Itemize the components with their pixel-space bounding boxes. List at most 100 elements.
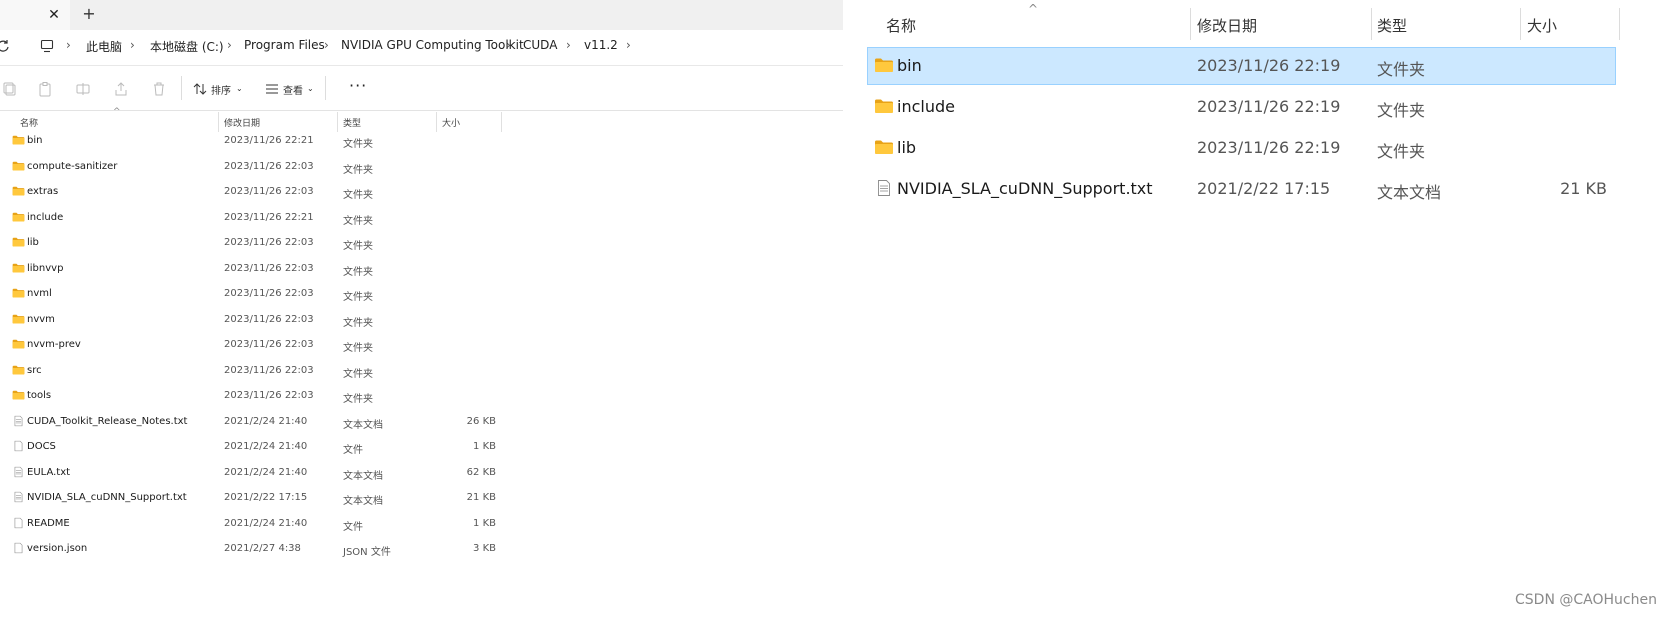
file-row[interactable]: CUDA_Toolkit_Release_Notes.txt 2021/2/24 … [0, 409, 500, 436]
breadcrumb-chevron-icon[interactable]: › [66, 38, 71, 52]
file-name: compute-sanitizer [27, 160, 118, 172]
file-row[interactable]: nvvm-prev 2023/11/26 22:03 文件夹 [0, 332, 500, 359]
file-icon [12, 517, 25, 529]
file-type: 文件 [343, 521, 363, 533]
sort-chevron-down-icon[interactable]: ⌄ [236, 84, 243, 93]
sort-icon[interactable] [192, 81, 208, 97]
file-row[interactable]: NVIDIA_SLA_cuDNN_Support.txt 2021/2/22 17… [0, 485, 500, 512]
file-size: 21 KB [1560, 179, 1607, 198]
file-row[interactable]: lib 2023/11/26 22:03 文件夹 [0, 230, 500, 257]
rename-icon[interactable] [75, 81, 91, 97]
file-date: 2021/2/24 21:40 [224, 415, 308, 427]
breadcrumb-chevron-icon[interactable]: › [227, 38, 232, 52]
folder-icon [12, 364, 25, 376]
file-size: 1 KB [473, 441, 496, 452]
folder-icon [12, 160, 25, 172]
file-name: include [27, 211, 64, 223]
file-name: README [27, 517, 70, 529]
file-row[interactable]: nvml 2023/11/26 22:03 文件夹 [0, 281, 500, 308]
view-icon[interactable] [264, 81, 280, 97]
file-row[interactable]: include 2023/11/26 22:21 文件夹 [0, 205, 500, 232]
delete-icon[interactable] [151, 81, 167, 97]
breadcrumb-item[interactable]: Program Files [244, 38, 325, 52]
file-row[interactable]: EULA.txt 2021/2/24 21:40 文本文档 62 KB [0, 460, 500, 487]
this-pc-icon[interactable] [40, 39, 56, 53]
column-header-date[interactable]: 修改日期 [1197, 15, 1257, 36]
column-header-type[interactable]: 类型 [1377, 15, 1407, 36]
column-header-size[interactable]: 大小 [1527, 15, 1557, 36]
column-divider[interactable] [1190, 8, 1191, 40]
refresh-icon[interactable] [0, 39, 10, 53]
file-type: 文件夹 [343, 266, 373, 278]
file-type: 文本文档 [343, 419, 383, 431]
column-divider[interactable] [501, 112, 502, 132]
folder-icon [12, 313, 25, 325]
file-row[interactable]: README 2021/2/24 21:40 文件 1 KB [0, 511, 500, 538]
file-type: 文件夹 [343, 215, 373, 227]
file-name: libnvvp [27, 262, 64, 274]
sort-ascending-icon: ^ [1028, 2, 1039, 16]
file-type: 文件夹 [343, 190, 373, 201]
breadcrumb-chevron-icon[interactable]: › [626, 38, 631, 52]
breadcrumb-item[interactable]: 本地磁盘 (C:) [150, 38, 224, 55]
file-row[interactable]: DOCS 2021/2/24 21:40 文件 1 KB [0, 434, 500, 461]
file-row[interactable]: lib 2023/11/26 22:19 文件夹 [868, 130, 1615, 166]
breadcrumb-chevron-icon[interactable]: › [566, 38, 571, 52]
file-date: 2023/11/26 22:03 [224, 160, 314, 172]
file-type: 文件夹 [343, 394, 373, 405]
paste-icon[interactable] [37, 81, 53, 97]
file-row[interactable]: extras 2023/11/26 22:03 文件夹 [0, 179, 500, 206]
breadcrumb-item[interactable]: CUDA [523, 38, 557, 52]
tab-close-icon[interactable]: ✕ [47, 8, 61, 22]
file-name: EULA.txt [27, 466, 71, 478]
copy-icon[interactable] [2, 81, 18, 97]
more-options-button[interactable]: ··· [349, 78, 367, 94]
view-button-label[interactable]: 查看 [283, 82, 303, 97]
share-icon[interactable] [113, 81, 129, 97]
file-row[interactable]: nvvm 2023/11/26 22:03 文件夹 [0, 307, 500, 334]
file-name: bin [27, 135, 43, 146]
file-type: 文件夹 [343, 241, 373, 252]
file-name: nvml [27, 288, 52, 299]
file-date: 2021/2/27 4:38 [224, 543, 301, 554]
file-row[interactable]: compute-sanitizer 2023/11/26 22:03 文件夹 [0, 154, 500, 181]
file-row[interactable]: version.json 2021/2/27 4:38 JSON 文件 3 KB [0, 536, 500, 563]
file-date: 2023/11/26 22:19 [1197, 97, 1341, 116]
column-header-name[interactable]: 名称 [886, 15, 916, 36]
column-divider[interactable] [1619, 8, 1620, 40]
file-icon [12, 542, 25, 554]
file-size: 62 KB [466, 466, 496, 478]
file-name: DOCS [27, 441, 56, 452]
left-explorer-window: ✕ + › › › › › › › 此电脑 本地磁盘 (C:) Program Files NVID… [0, 0, 843, 617]
file-date: 2021/2/24 21:40 [224, 441, 308, 452]
file-name: CUDA_Toolkit_Release_Notes.txt [27, 415, 188, 427]
toolbar-divider [181, 76, 182, 100]
file-row-selected[interactable]: bin 2023/11/26 22:19 文件夹 [867, 47, 1616, 85]
new-tab-icon[interactable]: + [82, 6, 96, 22]
file-name: tools [27, 390, 52, 401]
breadcrumb-item[interactable]: 此电脑 [86, 38, 122, 55]
file-row[interactable]: libnvvp 2023/11/26 22:03 文件夹 [0, 256, 500, 283]
file-row[interactable]: src 2023/11/26 22:03 文件夹 [0, 358, 500, 385]
file-row[interactable]: include 2023/11/26 22:19 文件夹 [868, 89, 1615, 125]
file-name: include [897, 97, 955, 116]
breadcrumb-chevron-icon[interactable]: › [130, 38, 135, 52]
sort-ascending-icon: ^ [113, 107, 121, 117]
file-type: 文本文档 [343, 496, 383, 507]
breadcrumb-item[interactable]: v11.2 [584, 38, 618, 52]
file-date: 2023/11/26 22:21 [224, 135, 314, 146]
column-divider[interactable] [1520, 8, 1521, 40]
file-row[interactable]: tools 2023/11/26 22:03 文件夹 [0, 383, 500, 410]
breadcrumb-item[interactable]: NVIDIA GPU Computing Toolkit [341, 38, 524, 52]
file-name: NVIDIA_SLA_cuDNN_Support.txt [27, 492, 187, 503]
file-row[interactable]: bin 2023/11/26 22:21 文件夹 [0, 128, 500, 155]
file-type: 文件夹 [1377, 60, 1426, 79]
sort-button-label[interactable]: 排序 [211, 82, 231, 97]
view-chevron-down-icon[interactable]: ⌄ [307, 84, 314, 93]
file-type: JSON 文件 [343, 547, 391, 558]
file-row[interactable]: NVIDIA_SLA_cuDNN_Support.txt 2021/2/22 17… [868, 171, 1615, 207]
file-type: 文件夹 [1377, 142, 1426, 161]
column-divider[interactable] [1371, 8, 1372, 40]
file-type: 文件夹 [343, 292, 373, 303]
file-type: 文本文档 [1377, 183, 1442, 202]
